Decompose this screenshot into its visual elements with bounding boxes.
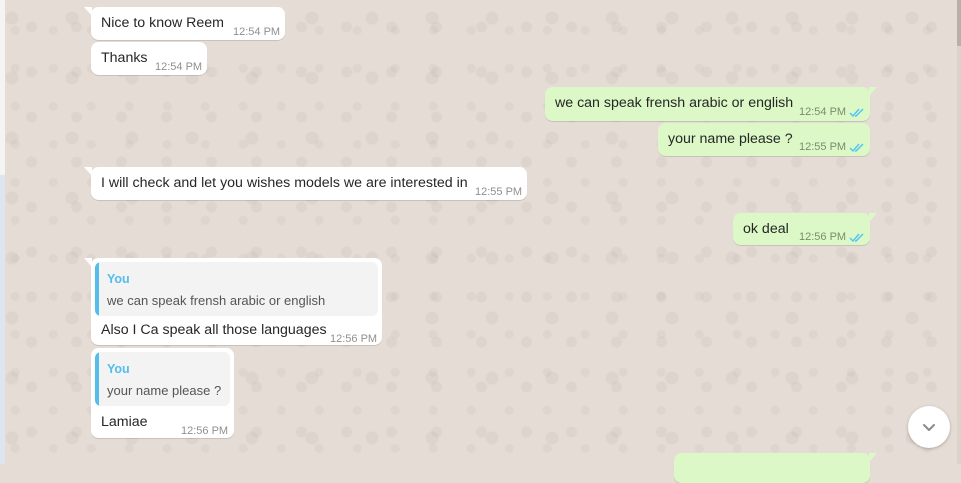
left-panel-edge: [0, 0, 5, 464]
message-outgoing[interactable]: we can speak frensh arabic or english 12…: [545, 87, 877, 122]
message-incoming[interactable]: Thanks 12:54 PM: [91, 42, 207, 75]
message-time: 12:54 PM: [155, 61, 203, 73]
message-time: 12:56 PM: [330, 333, 378, 345]
message-text: Lamiae: [101, 414, 148, 430]
message-incoming[interactable]: Nice to know Reem 12:54 PM: [84, 7, 285, 40]
message-text: we can speak frensh arabic or english: [555, 95, 794, 111]
scroll-down-button[interactable]: [908, 406, 950, 448]
double-check-icon: [849, 108, 864, 118]
message-time: 12:54 PM: [233, 26, 281, 38]
message-text: Thanks: [101, 50, 148, 66]
message-incoming-reply[interactable]: You we can speak frensh arabic or englis…: [84, 258, 382, 345]
scrollbar-thumb[interactable]: [957, 0, 961, 46]
message-time: 12:54 PM: [799, 103, 865, 122]
quoted-message[interactable]: You we can speak frensh arabic or englis…: [95, 262, 378, 316]
message-text: I will check and let you wishes models w…: [101, 175, 468, 191]
message-text: ok deal: [743, 221, 789, 237]
quoted-text: we can speak frensh arabic or english: [107, 293, 326, 308]
message-time: 12:55 PM: [799, 138, 865, 157]
message-text: Also I Ca speak all those languages: [101, 322, 327, 338]
quoted-author: You: [107, 272, 130, 286]
chevron-down-icon: [923, 424, 935, 431]
message-outgoing[interactable]: your name please ? 12:55 PM: [658, 123, 870, 156]
message-time: 12:56 PM: [181, 425, 229, 437]
double-check-icon: [849, 233, 864, 243]
message-text: your name please ?: [668, 131, 793, 147]
message-outgoing-partial[interactable]: [674, 453, 877, 483]
message-outgoing[interactable]: ok deal 12:56 PM: [733, 213, 877, 247]
message-incoming-reply[interactable]: You your name please ? Lamiae 12:56 PM: [91, 348, 234, 438]
double-check-icon: [849, 143, 864, 153]
message-time: 12:55 PM: [475, 186, 523, 198]
chat-scrollbar[interactable]: [957, 0, 961, 464]
quoted-message[interactable]: You your name please ?: [95, 352, 230, 406]
quoted-author: You: [107, 362, 130, 376]
quoted-text: your name please ?: [107, 383, 222, 398]
message-incoming[interactable]: I will check and let you wishes models w…: [84, 167, 527, 200]
message-time: 12:56 PM: [799, 228, 865, 247]
message-text: Nice to know Reem: [101, 15, 225, 31]
